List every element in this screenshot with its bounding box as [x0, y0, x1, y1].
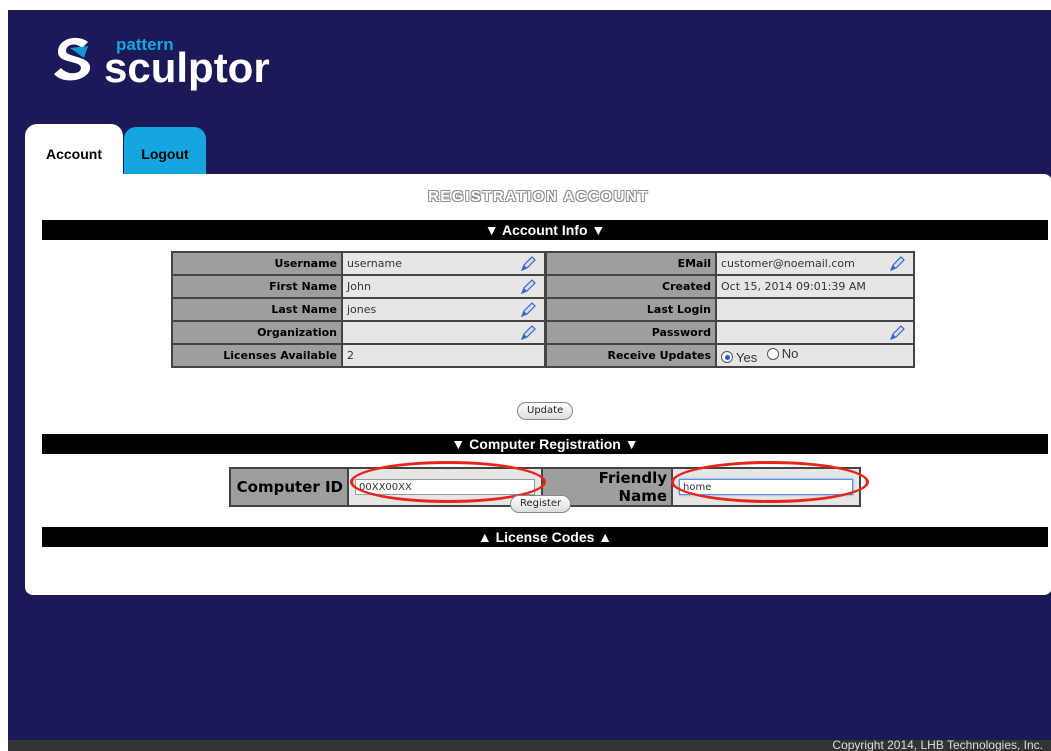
table-row: Created Oct 15, 2014 09:01:39 AM — [545, 274, 915, 299]
table-row: EMail customer@noemail.com — [545, 251, 915, 276]
table-row: First Name John — [171, 274, 546, 299]
first-name-label: First Name — [171, 274, 343, 299]
swirl-icon — [54, 37, 91, 81]
first-name-text: John — [347, 280, 371, 293]
account-info-header[interactable]: ▼ Account Info ▼ — [42, 220, 1048, 240]
radio-selected-icon — [721, 351, 733, 364]
username-label: Username — [171, 251, 343, 276]
register-button[interactable]: Register — [510, 495, 572, 513]
account-panel: REGISTRATION ACCOUNT ▼ Account Info ▼ Us… — [25, 174, 1051, 595]
username-text: username — [347, 257, 402, 270]
password-value — [715, 320, 915, 345]
table-row: Username username — [171, 251, 546, 276]
password-label: Password — [545, 320, 717, 345]
update-button[interactable]: Update — [517, 402, 574, 420]
email-text: customer@noemail.com — [721, 257, 855, 270]
computer-id-input[interactable]: 00XX00XX — [355, 479, 535, 495]
table-row: Organization — [171, 320, 546, 345]
pattern-sculptor-logo: pattern sculptor — [48, 24, 308, 94]
computer-id-label: Computer ID — [229, 467, 349, 507]
radio-no-label: No — [781, 346, 799, 362]
email-value: customer@noemail.com — [715, 251, 915, 276]
receive-updates-label: Receive Updates — [545, 343, 717, 368]
edit-pencil-icon[interactable] — [520, 279, 536, 295]
table-row: Receive Updates Yes No — [545, 343, 915, 368]
receive-updates-no-radio[interactable]: No — [766, 346, 799, 362]
tab-logout[interactable]: Logout — [124, 127, 206, 180]
organization-label: Organization — [171, 320, 343, 345]
tab-account-label: Account — [46, 146, 102, 162]
computer-registration-header[interactable]: ▼ Computer Registration ▼ — [42, 434, 1048, 454]
edit-pencil-icon[interactable] — [520, 256, 536, 272]
receive-updates-value: Yes No — [715, 343, 915, 368]
table-row: Password — [545, 320, 915, 345]
account-info-right-table: EMail customer@noemail.com Created Oct 1… — [545, 251, 915, 368]
organization-value — [341, 320, 546, 345]
last-name-label: Last Name — [171, 297, 343, 322]
radio-yes-label: Yes — [736, 349, 758, 365]
edit-pencil-icon[interactable] — [520, 302, 536, 318]
friendly-name-input[interactable]: home — [679, 479, 853, 495]
edit-pencil-icon[interactable] — [889, 325, 905, 341]
tab-logout-label: Logout — [141, 145, 189, 162]
page-title: REGISTRATION ACCOUNT — [428, 188, 649, 205]
account-info-left-table: Username username First Name John Last N… — [171, 251, 546, 368]
licenses-available-label: Licenses Available — [171, 343, 343, 368]
svg-text:sculptor: sculptor — [104, 44, 270, 91]
edit-pencil-icon[interactable] — [889, 256, 905, 272]
created-label: Created — [545, 274, 717, 299]
last-login-label: Last Login — [545, 297, 717, 322]
footer-copyright: Copyright 2014, LHB Technologies, Inc. — [8, 740, 1051, 751]
license-codes-header[interactable]: ▲ License Codes ▲ — [42, 527, 1048, 547]
edit-pencil-icon[interactable] — [520, 325, 536, 341]
friendly-name-cell: home — [671, 467, 861, 507]
receive-updates-yes-radio[interactable]: Yes — [721, 350, 757, 365]
table-row: Licenses Available 2 — [171, 343, 546, 368]
last-name-value: jones — [341, 297, 546, 322]
page-background: pattern sculptor Account Logout REGISTRA… — [8, 10, 1051, 751]
email-label: EMail — [545, 251, 717, 276]
last-login-value — [715, 297, 915, 322]
licenses-available-value: 2 — [341, 343, 546, 368]
radio-unselected-icon — [766, 347, 779, 360]
username-value: username — [341, 251, 546, 276]
table-row: Last Name jones — [171, 297, 546, 322]
first-name-value: John — [341, 274, 546, 299]
created-value: Oct 15, 2014 09:01:39 AM — [715, 274, 915, 299]
last-name-text: jones — [347, 303, 377, 316]
table-row: Last Login — [545, 297, 915, 322]
